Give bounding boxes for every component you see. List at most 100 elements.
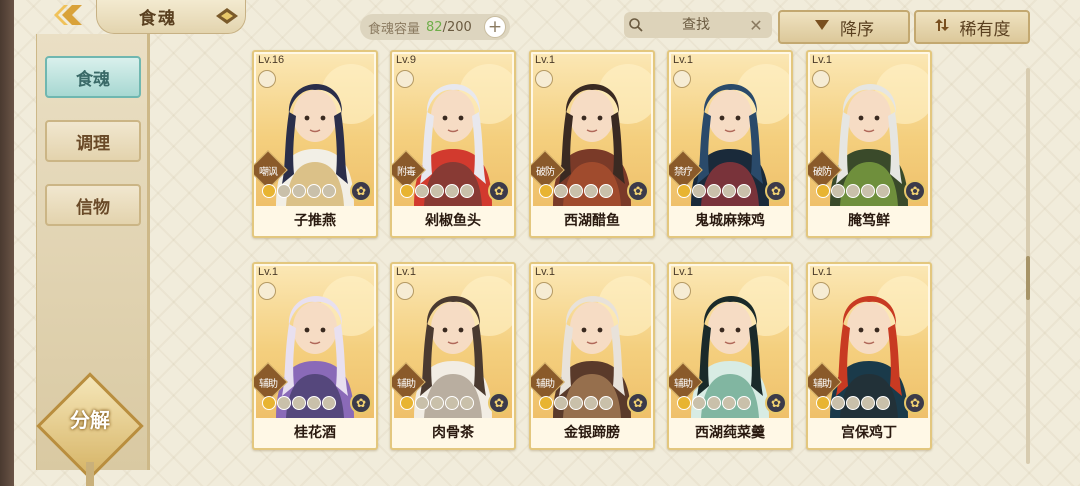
star-pip-icon xyxy=(322,396,336,410)
element-flower-icon: ✿ xyxy=(350,392,372,414)
capacity-current: 82 xyxy=(426,19,443,35)
sidebar-item-cooking[interactable]: 调理 xyxy=(45,120,141,162)
card-level: Lv.1 xyxy=(535,54,555,66)
scrollbar[interactable] xyxy=(1026,68,1030,464)
soul-card[interactable]: Lv.1 辅助 ✿ 宫保鸡丁 xyxy=(806,262,932,450)
card-level: Lv.1 xyxy=(673,54,693,66)
star-pip-icon xyxy=(737,396,751,410)
rarity-sort-icon xyxy=(934,17,950,38)
star-pip-icon xyxy=(277,396,291,410)
element-flower-icon: ✿ xyxy=(350,180,372,202)
card-mini-icon xyxy=(812,282,830,300)
star-pip-icon xyxy=(584,184,598,198)
soul-card[interactable]: Lv.1 禁疗 ✿ 鬼城麻辣鸡 xyxy=(667,50,793,238)
star-pip-icon xyxy=(846,396,860,410)
star-pip-icon xyxy=(816,184,830,198)
card-tag-label: 禁疗 xyxy=(674,167,693,178)
star-pip-icon xyxy=(569,396,583,410)
star-pip-icon xyxy=(460,396,474,410)
card-tag-label: 嘲讽 xyxy=(259,167,278,178)
search-input[interactable] xyxy=(648,17,744,33)
card-mini-icon xyxy=(258,282,276,300)
star-pip-icon xyxy=(400,396,414,410)
element-flower-icon: ✿ xyxy=(488,392,510,414)
card-tag-label: 辅助 xyxy=(397,379,416,390)
card-tag-label: 辅助 xyxy=(259,379,278,390)
element-flower-icon: ✿ xyxy=(765,180,787,202)
star-pip-icon xyxy=(262,184,276,198)
star-pip-icon xyxy=(569,184,583,198)
element-flower-icon: ✿ xyxy=(627,392,649,414)
card-stars xyxy=(400,184,474,198)
star-pip-icon xyxy=(554,396,568,410)
star-pip-icon xyxy=(430,396,444,410)
back-button[interactable] xyxy=(38,0,98,34)
star-pip-icon xyxy=(707,184,721,198)
star-pip-icon xyxy=(584,396,598,410)
card-grid: Lv.16 嘲讽 ✿ 子推燕 Lv.9 附毒 ✿ 剁椒鱼头 Lv.1 破防 ✿ … xyxy=(252,50,938,450)
card-level: Lv.16 xyxy=(258,54,285,66)
card-stars xyxy=(816,396,890,410)
star-pip-icon xyxy=(677,396,691,410)
star-pip-icon xyxy=(737,184,751,198)
scrollbar-thumb[interactable] xyxy=(1026,256,1030,300)
soul-card[interactable]: Lv.1 破防 ✿ 西湖醋鱼 xyxy=(529,50,655,238)
capacity-counter: 食魂容量 82 / 200 + xyxy=(360,14,510,40)
card-level: Lv.1 xyxy=(673,266,693,278)
sort-order-button[interactable]: 降序 xyxy=(778,10,910,44)
soul-card[interactable]: Lv.16 嘲讽 ✿ 子推燕 xyxy=(252,50,378,238)
soul-card[interactable]: Lv.9 附毒 ✿ 剁椒鱼头 xyxy=(390,50,516,238)
card-tag-label: 破防 xyxy=(536,167,555,178)
card-name: 桂花酒 xyxy=(294,425,336,441)
element-flower-icon: ✿ xyxy=(904,180,926,202)
soul-card[interactable]: Lv.1 辅助 ✿ 桂花酒 xyxy=(252,262,378,450)
card-stars xyxy=(400,396,474,410)
star-pip-icon xyxy=(692,396,706,410)
star-pip-icon xyxy=(415,184,429,198)
star-pip-icon xyxy=(861,184,875,198)
star-pip-icon xyxy=(876,184,890,198)
sidebar-item-souls[interactable]: 食魂 xyxy=(45,56,141,98)
card-mini-icon xyxy=(396,282,414,300)
soul-card[interactable]: Lv.1 辅助 ✿ 金银蹄膀 xyxy=(529,262,655,450)
close-icon[interactable]: ✕ xyxy=(744,16,768,35)
star-pip-icon xyxy=(816,396,830,410)
capacity-label: 食魂容量 xyxy=(368,21,421,37)
soul-card[interactable]: Lv.1 辅助 ✿ 肉骨茶 xyxy=(390,262,516,450)
capacity-max: 200 xyxy=(446,19,472,35)
star-pip-icon xyxy=(277,184,291,198)
star-pip-icon xyxy=(400,184,414,198)
star-pip-icon xyxy=(262,396,276,410)
sidebar-item-tokens[interactable]: 信物 xyxy=(45,184,141,226)
card-tag-label: 辅助 xyxy=(536,379,555,390)
card-stars xyxy=(539,396,613,410)
card-name: 腌笃鲜 xyxy=(848,213,890,229)
sort-order-label: 降序 xyxy=(840,19,874,40)
plus-icon: + xyxy=(487,16,503,37)
star-pip-icon xyxy=(831,184,845,198)
star-pip-icon xyxy=(599,396,613,410)
card-mini-icon xyxy=(673,70,691,88)
star-pip-icon xyxy=(876,396,890,410)
card-name: 肉骨茶 xyxy=(432,425,474,441)
star-pip-icon xyxy=(307,396,321,410)
decompose-label: 分解 xyxy=(70,408,110,432)
soul-card[interactable]: Lv.1 辅助 ✿ 西湖莼菜羹 xyxy=(667,262,793,450)
card-tag-label: 辅助 xyxy=(674,379,693,390)
sort-by-button[interactable]: 稀有度 xyxy=(914,10,1030,44)
element-flower-icon: ✿ xyxy=(488,180,510,202)
card-mini-icon xyxy=(396,70,414,88)
card-level: Lv.9 xyxy=(396,54,416,66)
card-level: Lv.1 xyxy=(396,266,416,278)
card-level: Lv.1 xyxy=(812,266,832,278)
title-badge-icon xyxy=(215,7,239,29)
element-flower-icon: ✿ xyxy=(904,392,926,414)
capacity-add-button[interactable]: + xyxy=(484,16,506,38)
soul-card[interactable]: Lv.1 破防 ✿ 腌笃鲜 xyxy=(806,50,932,238)
star-pip-icon xyxy=(292,396,306,410)
star-pip-icon xyxy=(722,184,736,198)
star-pip-icon xyxy=(722,396,736,410)
card-stars xyxy=(262,396,336,410)
search-icon[interactable] xyxy=(624,17,648,33)
card-stars xyxy=(262,184,336,198)
